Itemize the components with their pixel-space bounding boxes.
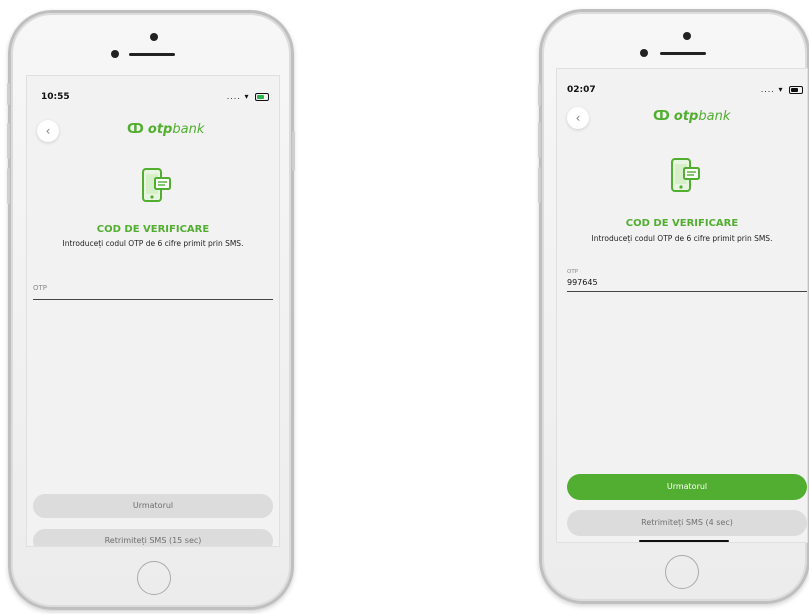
signal-dots: .... — [226, 92, 245, 101]
phone-frame-left: 10:55 .... ▾ ‹ ↀ otpbank COD DE VERIFICA… — [7, 10, 295, 610]
chevron-left-icon: ‹ — [45, 124, 51, 138]
status-time: 10:55 — [41, 92, 70, 102]
volume-up-button — [538, 122, 541, 158]
volume-down-button — [538, 167, 541, 203]
power-button — [292, 131, 295, 171]
volume-down-button — [7, 168, 10, 204]
phone-frame-right: 02:07 .... ▾ ‹ ↀ otpbank COD DE VERIFICA… — [538, 9, 809, 604]
page-title: COD DE VERIFICARE — [625, 218, 739, 229]
phone-message-icon — [142, 168, 171, 202]
phone-message-icon — [671, 158, 700, 192]
app-screen-left: 10:55 .... ▾ ‹ ↀ otpbank COD DE VERIFICA… — [26, 75, 280, 547]
page-subtitle: Introduceți codul OTP de 6 cifre primit … — [591, 234, 773, 243]
home-button-icon[interactable] — [137, 561, 171, 595]
otp-field-label: OTP — [33, 284, 48, 292]
otp-field-underline — [33, 299, 273, 300]
speaker-grille — [660, 52, 706, 55]
otp-field[interactable]: OTP 997645 — [567, 269, 807, 299]
app-screen-right: 02:07 .... ▾ ‹ ↀ otpbank COD DE VERIFICA… — [556, 68, 808, 543]
resend-sms-button[interactable]: Retrimiteți SMS (15 sec) — [33, 529, 273, 546]
speaker-grille — [129, 53, 175, 56]
otp-field-label: OTP — [567, 269, 579, 275]
otp-field-underline — [567, 291, 807, 292]
next-button[interactable]: Urmatorul — [567, 474, 807, 500]
otp-field[interactable]: OTP — [33, 281, 273, 301]
signal-dots: .... — [760, 85, 779, 94]
battery-icon — [789, 85, 803, 94]
wifi-icon: ▾ — [244, 92, 250, 101]
otpbank-logo: ↀ otpbank — [653, 109, 731, 124]
home-indicator — [639, 540, 729, 542]
otp-logo-icon: ↀ — [653, 109, 670, 124]
page-title: COD DE VERIFICARE — [96, 224, 210, 235]
front-sensor — [640, 49, 648, 57]
side-button — [538, 84, 541, 106]
status-time: 02:07 — [567, 85, 596, 95]
wifi-icon: ▾ — [778, 85, 784, 94]
back-button[interactable]: ‹ — [567, 107, 589, 129]
camera-dot — [150, 33, 158, 41]
side-button — [7, 83, 10, 105]
otp-field-value: 997645 — [567, 278, 598, 287]
volume-up-button — [7, 123, 10, 159]
next-button[interactable]: Urmatorul — [33, 494, 273, 518]
otpbank-logo: ↀ otpbank — [127, 122, 205, 137]
camera-dot — [683, 32, 691, 40]
resend-sms-button[interactable]: Retrimiteți SMS (4 sec) — [567, 510, 807, 536]
status-icons: .... ▾ — [227, 92, 269, 101]
otp-logo-icon: ↀ — [127, 122, 144, 137]
page-subtitle: Introduceți codul OTP de 6 cifre primit … — [62, 239, 244, 248]
back-button[interactable]: ‹ — [37, 120, 59, 142]
status-icons: .... ▾ — [761, 85, 803, 94]
front-sensor — [111, 50, 119, 58]
battery-icon — [255, 92, 269, 101]
chevron-left-icon: ‹ — [575, 111, 581, 125]
home-button-icon[interactable] — [665, 555, 699, 589]
